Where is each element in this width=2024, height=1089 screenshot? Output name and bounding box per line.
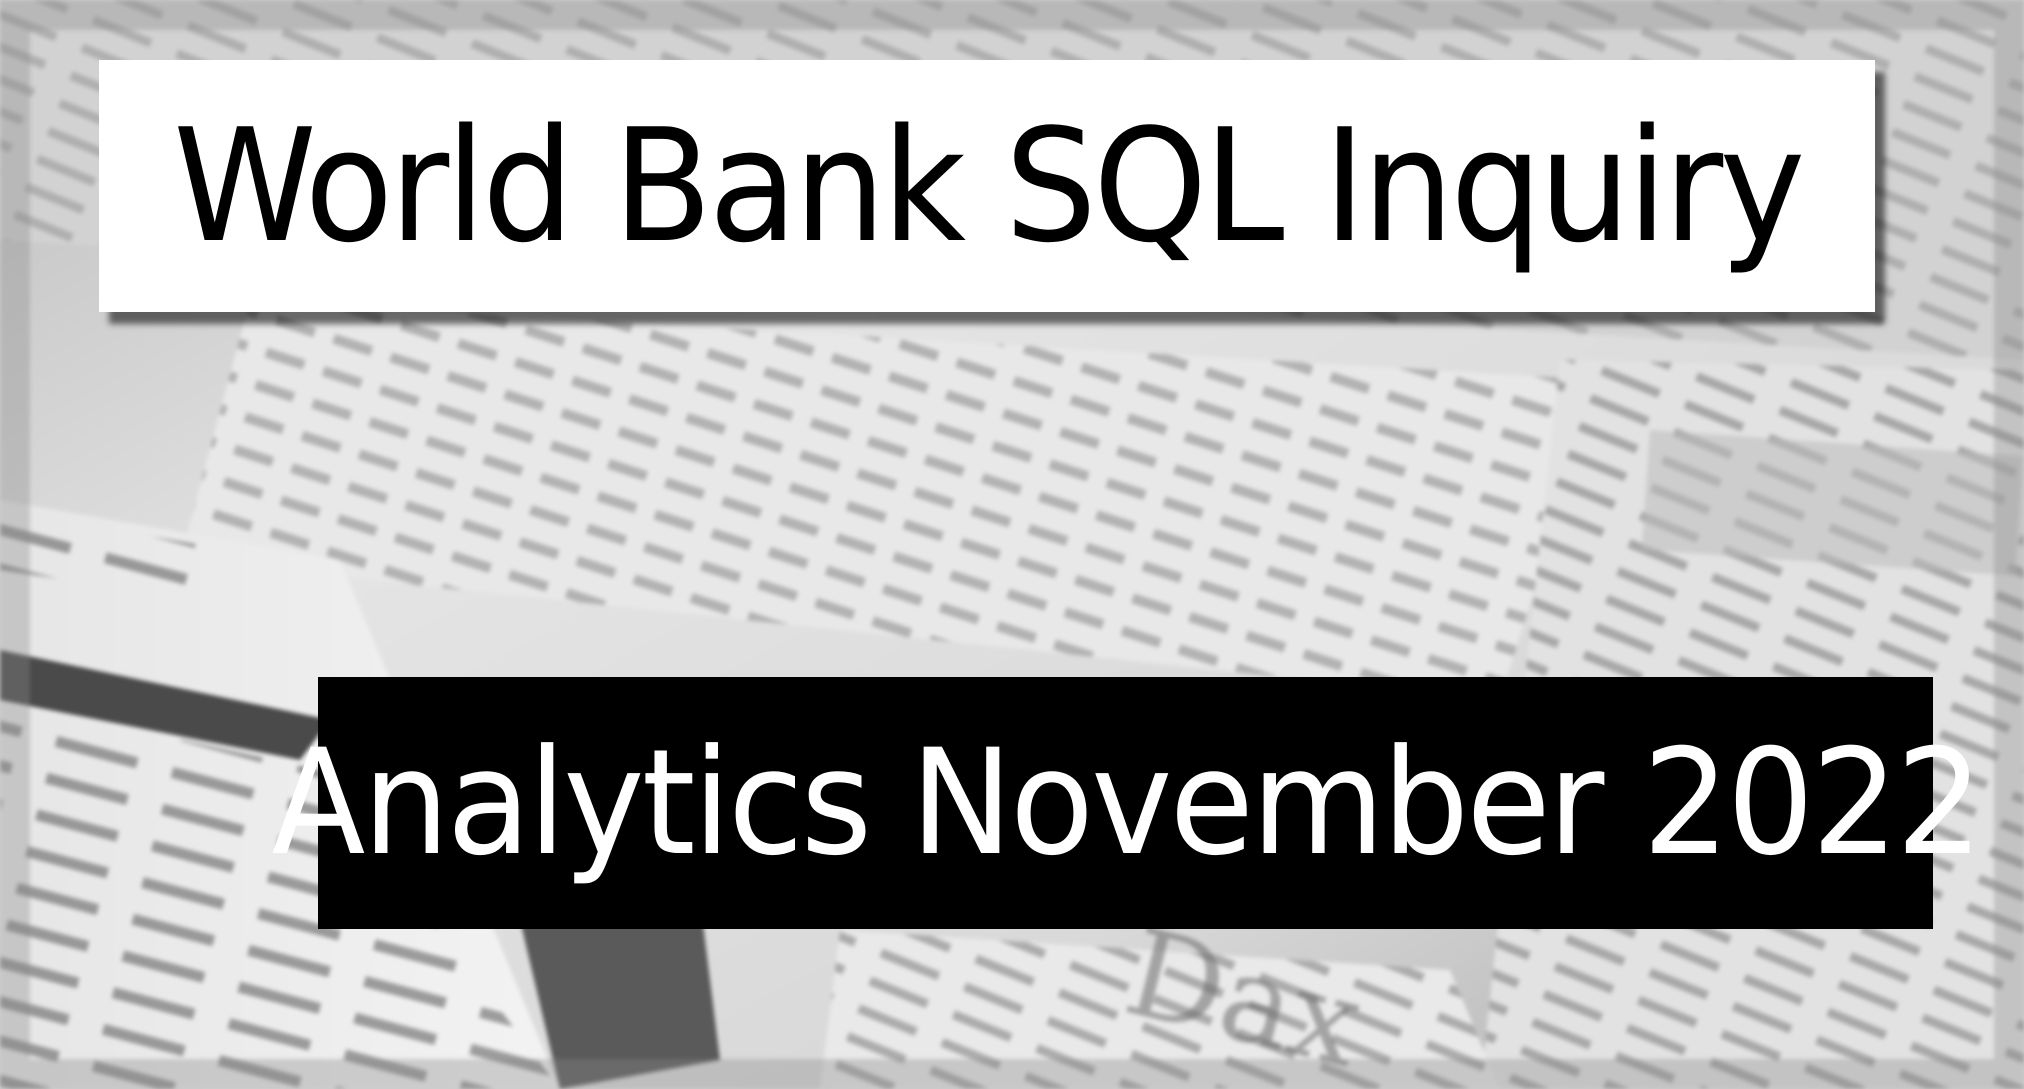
page-title: World Bank SQL Inquiry: [172, 95, 1805, 277]
page-subtitle: Analytics November 2022: [271, 718, 1983, 888]
subtitle-banner: Analytics November 2022: [271, 677, 1983, 929]
title-banner: World Bank SQL Inquiry: [99, 60, 1875, 312]
thumbnail-canvas: Dax World Bank SQL Inquiry Analytics Nov…: [0, 0, 2024, 1089]
